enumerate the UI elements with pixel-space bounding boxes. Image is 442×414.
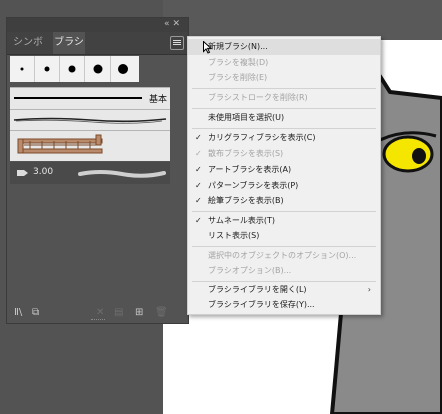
pattern-stroke-preview <box>17 134 103 154</box>
panel-titlebar[interactable]: «✕ <box>7 18 188 32</box>
brush-dot-4[interactable] <box>86 56 111 82</box>
menu-thumbnail-view[interactable]: ✓ サムネール表示(T) <box>188 213 380 229</box>
brush-dot-2[interactable] <box>35 56 60 82</box>
menu-show-calligraphic[interactable]: ✓ カリグラフィブラシを表示(C) <box>188 130 380 146</box>
mouse-cursor-icon <box>203 41 212 54</box>
new-brush-icon[interactable]: ⊞ <box>135 307 143 318</box>
brush-dot-5[interactable] <box>111 56 135 82</box>
basic-stroke-preview <box>14 97 142 99</box>
check-icon: ✓ <box>195 149 202 158</box>
brush-dot-3[interactable] <box>60 56 85 82</box>
menu-show-pattern[interactable]: ✓ パターンブラシを表示(P) <box>188 178 380 194</box>
menu-separator <box>192 211 376 212</box>
menu-duplicate-brush[interactable]: ブラシを複製(D) <box>188 55 380 71</box>
check-icon: ✓ <box>195 133 202 142</box>
panel-bottom-bar: Ⅱ\ ⧉ ✕ ▤ ⊞ 🗑 <box>7 301 188 323</box>
panel-tabs: シンボル ブラシ <box>7 32 188 70</box>
bristle-stroke-preview <box>78 170 166 178</box>
menu-delete-brush[interactable]: ブラシを削除(E) <box>188 70 380 86</box>
menu-separator <box>192 88 376 89</box>
library-panel-icon[interactable]: ⧉ <box>32 307 39 318</box>
basic-brush-label: 基本 <box>148 95 167 105</box>
menu-separator <box>192 128 376 129</box>
brush-size-value: 3.00 <box>33 167 54 177</box>
check-icon: ✓ <box>195 181 202 190</box>
menu-show-scatter[interactable]: ✓ 散布ブラシを表示(S) <box>188 146 380 162</box>
art-stroke-preview <box>13 117 167 124</box>
brush-options-icon[interactable]: ▤ <box>114 307 123 318</box>
submenu-arrow-icon: › <box>367 285 371 294</box>
art-brush-row[interactable] <box>10 109 170 130</box>
delete-brush-icon[interactable]: 🗑 <box>155 307 168 318</box>
menu-selected-object-options[interactable]: 選択中のオブジェクトのオプション(O)... <box>188 248 380 264</box>
basic-brush-row[interactable]: 基本 <box>10 87 170 109</box>
brushes-panel-menu: 新規ブラシ(N)... ブラシを複製(D) ブラシを削除(E) ブラシストローク… <box>187 36 381 315</box>
menu-open-brush-library[interactable]: ブラシライブラリを開く(L) › <box>188 282 380 298</box>
calligraphic-brush-row <box>10 56 139 82</box>
tab-symbols[interactable]: シンボル <box>9 32 47 70</box>
menu-show-art[interactable]: ✓ アートブラシを表示(A) <box>188 162 380 178</box>
pattern-brush-row[interactable] <box>10 130 170 161</box>
menu-remove-brush-stroke[interactable]: ブラシストロークを削除(R) <box>188 90 380 106</box>
collapse-close-icons[interactable]: «✕ <box>164 19 183 29</box>
menu-select-unused[interactable]: 未使用項目を選択(U) <box>188 110 380 126</box>
resize-grip[interactable] <box>91 319 105 323</box>
menu-separator <box>192 246 376 247</box>
check-icon: ✓ <box>195 216 202 225</box>
brushes-panel: «✕ シンボル ブラシ 基本 <box>6 17 189 324</box>
tab-brushes[interactable]: ブラシ <box>53 32 85 54</box>
menu-separator <box>192 108 376 109</box>
bristle-brush-row[interactable]: 3.00 <box>10 162 170 184</box>
check-icon: ✓ <box>195 165 202 174</box>
brush-libraries-icon[interactable]: Ⅱ\ <box>14 307 22 318</box>
panel-menu-button[interactable] <box>170 36 184 50</box>
remove-stroke-icon[interactable]: ✕ <box>96 307 104 318</box>
menu-list-view[interactable]: リスト表示(S) <box>188 228 380 244</box>
menu-save-brush-library[interactable]: ブラシライブラリを保存(Y)... <box>188 297 380 313</box>
menu-show-bristle[interactable]: ✓ 絵筆ブラシを表示(B) <box>188 193 380 209</box>
menu-new-brush[interactable]: 新規ブラシ(N)... <box>188 39 380 55</box>
brush-dot-1[interactable] <box>10 56 35 82</box>
bristle-brush-icon <box>17 170 28 176</box>
check-icon: ✓ <box>195 196 202 205</box>
menu-brush-options[interactable]: ブラシオプション(B)... <box>188 263 380 279</box>
